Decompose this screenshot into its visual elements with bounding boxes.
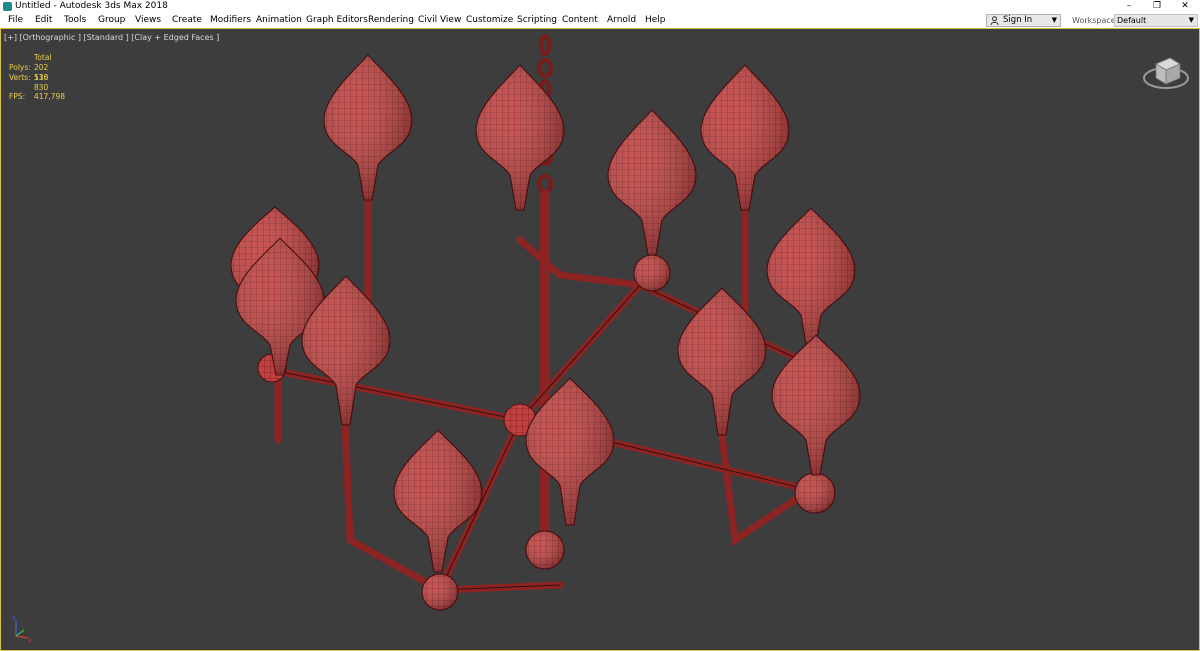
menu-animation[interactable]: Animation: [256, 13, 302, 28]
menu-bar: File Edit Tools Group Views Create Modif…: [0, 13, 1200, 28]
menu-group[interactable]: Group: [98, 13, 125, 28]
workspace-select[interactable]: Default ▼: [1114, 14, 1198, 27]
verts-label: Verts:: [9, 73, 31, 82]
menu-modifiers[interactable]: Modifiers: [210, 13, 251, 28]
menu-civil-view[interactable]: Civil View: [418, 13, 461, 28]
menu-customize[interactable]: Customize: [466, 13, 513, 28]
polys-label: Polys:: [9, 63, 31, 72]
chevron-down-icon: ▼: [1051, 16, 1057, 24]
fps-label: FPS:: [9, 92, 26, 101]
verts-value: 130 830: [34, 73, 49, 92]
restore-button[interactable]: ❐: [1143, 0, 1171, 13]
workspace-value: Default: [1117, 16, 1147, 25]
menu-scripting[interactable]: Scripting: [517, 13, 557, 28]
close-button[interactable]: ✕: [1171, 0, 1199, 13]
perspective-viewport[interactable]: [+] [Orthographic ] [Standard ] [Clay + …: [0, 28, 1200, 651]
sign-in-button[interactable]: Sign In ▼: [986, 14, 1061, 27]
svg-text:z: z: [12, 615, 15, 622]
menu-arnold[interactable]: Arnold: [607, 13, 636, 28]
menu-views[interactable]: Views: [135, 13, 161, 28]
svg-text:x: x: [28, 637, 32, 644]
viewcube-icon[interactable]: [1140, 50, 1192, 92]
minimize-button[interactable]: –: [1115, 0, 1143, 13]
menu-edit[interactable]: Edit: [35, 13, 52, 28]
menu-content[interactable]: Content: [562, 13, 598, 28]
viewport-label-menu[interactable]: [+] [Orthographic ] [Standard ] [Clay + …: [4, 33, 219, 42]
menu-tools[interactable]: Tools: [64, 13, 86, 28]
chandelier-scene[interactable]: [0, 28, 1200, 651]
menu-graph-editors[interactable]: Graph Editors: [306, 13, 368, 28]
stats-header: Total: [34, 53, 52, 62]
menu-file[interactable]: File: [8, 13, 23, 28]
window-title: Untitled - Autodesk 3ds Max 2018: [15, 1, 168, 11]
app-icon: [3, 2, 12, 11]
menu-help[interactable]: Help: [645, 13, 666, 28]
menu-create[interactable]: Create: [172, 13, 202, 28]
sign-in-label: Sign In: [1003, 15, 1033, 25]
title-bar: Untitled - Autodesk 3ds Max 2018 – ❐ ✕: [0, 0, 1200, 13]
axis-tripod-icon: x z: [8, 614, 38, 644]
fps-value: 417,798: [34, 92, 66, 101]
chevron-down-icon: ▼: [1188, 16, 1194, 24]
menu-rendering[interactable]: Rendering: [368, 13, 414, 28]
